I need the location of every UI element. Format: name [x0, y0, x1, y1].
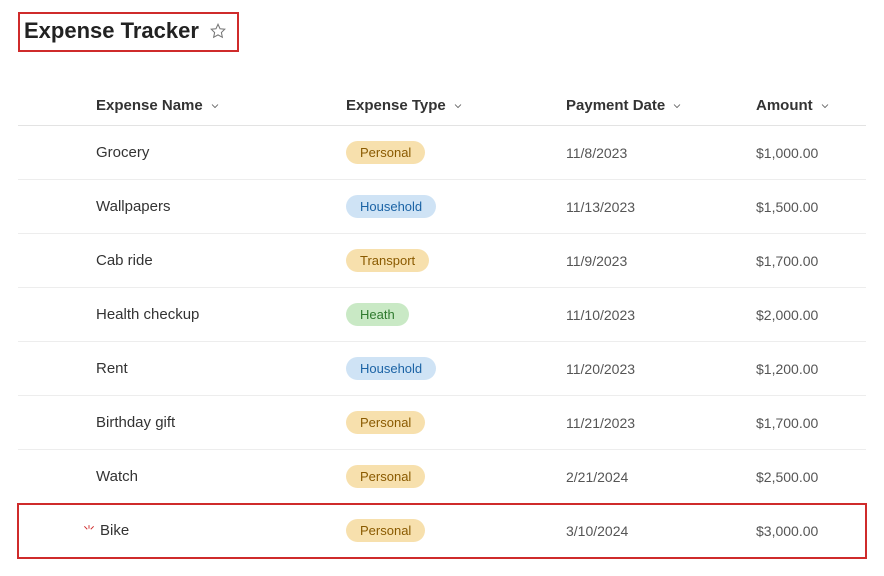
cell-type: Transport — [346, 249, 566, 272]
cell-type: Personal — [346, 519, 566, 542]
cell-name-text: Watch — [96, 468, 138, 485]
table-row[interactable]: Rent Household 11/20/2023$1,200.00 — [18, 342, 866, 396]
cell-amount: $3,000.00 — [756, 523, 866, 539]
cell-type: Personal — [346, 465, 566, 488]
page-title-container: Expense Tracker — [18, 12, 239, 52]
cell-amount: $1,200.00 — [756, 361, 866, 377]
cell-name-text: Bike — [100, 522, 129, 539]
table-row[interactable]: Watch Personal 2/21/2024$2,500.00 — [18, 450, 866, 504]
cell-name: Watch — [96, 468, 346, 485]
cell-name: Grocery — [96, 144, 346, 161]
table-row[interactable]: Bike Personal 3/10/2024$3,000.00 — [18, 504, 866, 558]
chevron-down-icon — [452, 100, 464, 112]
cell-date: 11/13/2023 — [566, 199, 756, 215]
cell-amount: $1,700.00 — [756, 253, 866, 269]
table-row[interactable]: Wallpapers Household 11/13/2023$1,500.00 — [18, 180, 866, 234]
col-header-type[interactable]: Expense Type — [346, 97, 566, 114]
col-header-date-label: Payment Date — [566, 97, 665, 114]
cell-name: Cab ride — [96, 252, 346, 269]
sparkle-icon — [82, 524, 96, 538]
cell-amount: $1,000.00 — [756, 145, 866, 161]
type-badge: Personal — [346, 411, 425, 434]
cell-name-text: Rent — [96, 360, 128, 377]
type-badge: Household — [346, 195, 436, 218]
table-body: Grocery Personal 11/8/2023$1,000.00 Wallpap… — [18, 126, 866, 558]
cell-name: Rent — [96, 360, 346, 377]
cell-amount: $1,500.00 — [756, 199, 866, 215]
cell-date: 2/21/2024 — [566, 469, 756, 485]
col-header-amount-label: Amount — [756, 97, 813, 114]
type-badge: Personal — [346, 141, 425, 164]
cell-name-text: Birthday gift — [96, 414, 175, 431]
chevron-down-icon — [209, 100, 221, 112]
cell-name-text: Wallpapers — [96, 198, 170, 215]
col-header-name[interactable]: Expense Name — [96, 97, 346, 114]
cell-date: 11/10/2023 — [566, 307, 756, 323]
cell-date: 11/9/2023 — [566, 253, 756, 269]
cell-name: Wallpapers — [96, 198, 346, 215]
type-badge: Transport — [346, 249, 429, 272]
cell-name: Health checkup — [96, 306, 346, 323]
cell-name-text: Health checkup — [96, 306, 199, 323]
cell-amount: $2,000.00 — [756, 307, 866, 323]
cell-amount: $2,500.00 — [756, 469, 866, 485]
type-badge: Heath — [346, 303, 409, 326]
cell-type: Household — [346, 357, 566, 380]
type-badge: Household — [346, 357, 436, 380]
cell-name-text: Grocery — [96, 144, 149, 161]
col-header-date[interactable]: Payment Date — [566, 97, 756, 114]
table-row[interactable]: Grocery Personal 11/8/2023$1,000.00 — [18, 126, 866, 180]
cell-date: 11/20/2023 — [566, 361, 756, 377]
cell-type: Household — [346, 195, 566, 218]
cell-name: Birthday gift — [96, 414, 346, 431]
cell-type: Heath — [346, 303, 566, 326]
type-badge: Personal — [346, 519, 425, 542]
table-row[interactable]: Health checkup Heath 11/10/2023$2,000.00 — [18, 288, 866, 342]
col-header-name-label: Expense Name — [96, 97, 203, 114]
cell-type: Personal — [346, 141, 566, 164]
cell-amount: $1,700.00 — [756, 415, 866, 431]
cell-date: 3/10/2024 — [566, 523, 756, 539]
chevron-down-icon — [819, 100, 831, 112]
cell-name-text: Cab ride — [96, 252, 153, 269]
col-header-type-label: Expense Type — [346, 97, 446, 114]
cell-type: Personal — [346, 411, 566, 434]
table-row[interactable]: Cab ride Transport 11/9/2023$1,700.00 — [18, 234, 866, 288]
type-badge: Personal — [346, 465, 425, 488]
col-header-amount[interactable]: Amount — [756, 97, 866, 114]
cell-name: Bike — [96, 522, 346, 539]
table-row[interactable]: Birthday gift Personal 11/21/2023$1,700.00 — [18, 396, 866, 450]
chevron-down-icon — [671, 100, 683, 112]
cell-date: 11/8/2023 — [566, 145, 756, 161]
expense-table: Expense Name Expense Type Payment Date A… — [18, 86, 866, 558]
cell-date: 11/21/2023 — [566, 415, 756, 431]
page-title: Expense Tracker — [24, 18, 199, 44]
star-icon[interactable] — [209, 22, 227, 40]
table-header: Expense Name Expense Type Payment Date A… — [18, 86, 866, 126]
